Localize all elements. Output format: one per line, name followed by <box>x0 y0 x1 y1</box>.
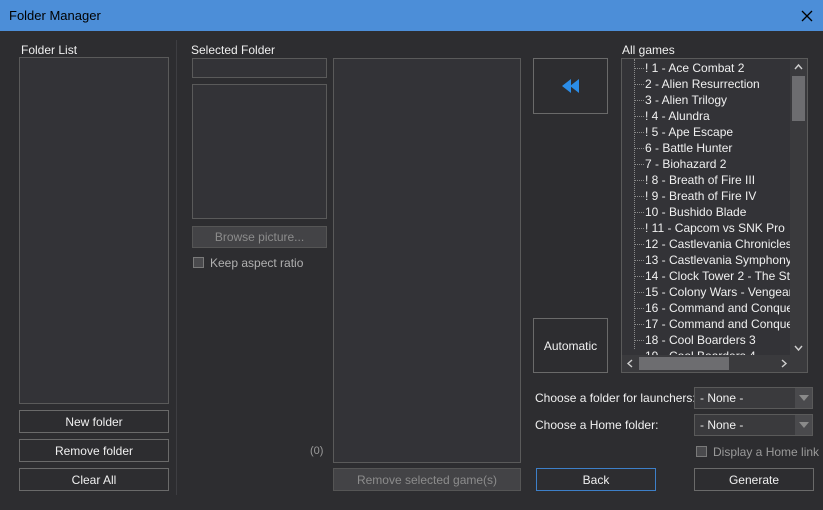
game-title: ! 4 - Alundra <box>645 109 710 123</box>
tree-branch <box>634 84 644 85</box>
tree-branch <box>634 212 644 213</box>
close-icon[interactable] <box>791 0 823 31</box>
tree-branch <box>634 180 644 181</box>
game-list-item[interactable]: 7 - Biohazard 2 <box>622 156 792 172</box>
chevron-down-icon <box>795 415 812 435</box>
tree-branch <box>634 100 644 101</box>
game-list-item[interactable]: 17 - Command and Conquer - R <box>622 316 807 332</box>
keep-aspect-label: Keep aspect ratio <box>210 256 304 270</box>
game-list-item[interactable]: 15 - Colony Wars - Vengeance <box>622 284 807 300</box>
game-list-item[interactable]: 10 - Bushido Blade <box>622 204 792 220</box>
home-folder-value: - None - <box>700 418 744 432</box>
chevron-down-icon <box>795 388 812 408</box>
game-title: ! 11 - Capcom vs SNK Pro <box>645 221 785 235</box>
scroll-left-icon[interactable] <box>624 355 636 372</box>
game-list-item[interactable]: ! 11 - Capcom vs SNK Pro <box>622 220 792 236</box>
keep-aspect-checkbox[interactable] <box>193 257 204 268</box>
tree-branch <box>634 324 644 325</box>
game-title: 2 - Alien Resurrection <box>645 77 760 91</box>
horizontal-scrollbar[interactable] <box>622 355 807 372</box>
tree-branch <box>634 196 644 197</box>
game-title: 14 - Clock Tower 2 - The Strug <box>645 269 808 283</box>
launcher-folder-select[interactable]: - None - <box>694 387 813 409</box>
launcher-folder-value: - None - <box>700 391 744 405</box>
game-title: ! 5 - Ape Escape <box>645 125 734 139</box>
tree-branch <box>634 148 644 149</box>
back-button[interactable]: Back <box>536 468 656 491</box>
tree-branch <box>634 276 644 277</box>
selected-games-list[interactable] <box>333 58 521 463</box>
tree-branch <box>634 340 644 341</box>
display-home-link-label: Display a Home link <box>713 445 820 459</box>
generate-button[interactable]: Generate <box>694 468 814 491</box>
game-title: 3 - Alien Trilogy <box>645 93 728 107</box>
title-bar: Folder Manager <box>0 0 823 31</box>
add-to-folder-button[interactable] <box>533 58 608 114</box>
game-title: 17 - Command and Conquer - R <box>645 317 808 331</box>
game-title: 6 - Battle Hunter <box>645 141 733 155</box>
remove-folder-button[interactable]: Remove folder <box>19 439 169 462</box>
games-count: (0) <box>310 445 324 457</box>
game-list-item[interactable]: 12 - Castlevania Chronicles <box>622 236 792 252</box>
all-games-label: All games <box>622 43 675 57</box>
launcher-folder-label: Choose a folder for launchers: <box>535 391 696 405</box>
all-games-tree[interactable]: ! 1 - Ace Combat 2 2 - Alien Resurrection… <box>621 58 808 373</box>
game-list-item[interactable]: ! 1 - Ace Combat 2 <box>622 60 792 76</box>
game-title: 7 - Biohazard 2 <box>645 157 727 171</box>
selected-folder-label: Selected Folder <box>191 43 276 57</box>
home-folder-label: Choose a Home folder: <box>535 418 659 432</box>
folder-list-box[interactable] <box>19 57 169 404</box>
game-list-item[interactable]: 3 - Alien Trilogy <box>622 92 792 108</box>
game-title: 18 - Cool Boarders 3 <box>645 333 756 347</box>
automatic-button[interactable]: Automatic <box>533 318 608 373</box>
game-title: 12 - Castlevania Chronicles <box>645 237 792 251</box>
folder-picture-box <box>192 84 327 219</box>
game-list-item[interactable]: ! 5 - Ape Escape <box>622 124 792 140</box>
scroll-up-icon[interactable] <box>790 61 807 73</box>
browse-picture-button[interactable]: Browse picture... <box>192 226 327 248</box>
home-folder-select[interactable]: - None - <box>694 414 813 436</box>
remove-selected-games-button[interactable]: Remove selected game(s) <box>333 468 521 491</box>
game-title: 15 - Colony Wars - Vengeance <box>645 285 808 299</box>
game-list-item[interactable]: 16 - Command and Conquer <box>622 300 797 316</box>
double-arrow-left-icon <box>561 79 579 93</box>
game-title: ! 8 - Breath of Fire III <box>645 173 756 187</box>
game-title: ! 9 - Breath of Fire IV <box>645 189 757 203</box>
horizontal-scroll-thumb[interactable] <box>639 357 729 370</box>
new-folder-button[interactable]: New folder <box>19 410 169 433</box>
folder-list-label: Folder List <box>21 43 78 57</box>
game-title: 16 - Command and Conquer <box>645 301 798 315</box>
window-title: Folder Manager <box>9 8 101 23</box>
vertical-scroll-thumb[interactable] <box>792 76 805 121</box>
scroll-down-icon[interactable] <box>790 342 807 354</box>
tree-branch <box>634 244 644 245</box>
tree-branch <box>634 132 644 133</box>
game-list-item[interactable]: 14 - Clock Tower 2 - The Strug <box>622 268 807 284</box>
display-home-link-checkbox[interactable] <box>696 446 707 457</box>
game-list-item[interactable]: 18 - Cool Boarders 3 <box>622 332 792 348</box>
tree-branch <box>634 68 644 69</box>
tree-branch <box>634 260 644 261</box>
tree-branch <box>634 308 644 309</box>
game-list-item[interactable]: ! 4 - Alundra <box>622 108 792 124</box>
tree-branch <box>634 292 644 293</box>
game-list-item[interactable]: ! 9 - Breath of Fire IV <box>622 188 792 204</box>
vertical-scrollbar[interactable] <box>790 59 807 356</box>
scroll-right-icon[interactable] <box>778 355 790 372</box>
separator <box>176 40 177 495</box>
game-list-item[interactable]: 2 - Alien Resurrection <box>622 76 792 92</box>
folder-name-field[interactable] <box>192 58 327 78</box>
game-title: 10 - Bushido Blade <box>645 205 747 219</box>
game-list-item[interactable]: 13 - Castlevania Symphony of t <box>622 252 807 268</box>
game-list-item[interactable]: ! 8 - Breath of Fire III <box>622 172 792 188</box>
game-list-item[interactable]: 6 - Battle Hunter <box>622 140 792 156</box>
tree-branch <box>634 116 644 117</box>
game-title: ! 1 - Ace Combat 2 <box>645 61 745 75</box>
tree-branch <box>634 164 644 165</box>
clear-all-button[interactable]: Clear All <box>19 468 169 491</box>
game-title: 13 - Castlevania Symphony of t <box>645 253 808 267</box>
tree-branch <box>634 228 644 229</box>
